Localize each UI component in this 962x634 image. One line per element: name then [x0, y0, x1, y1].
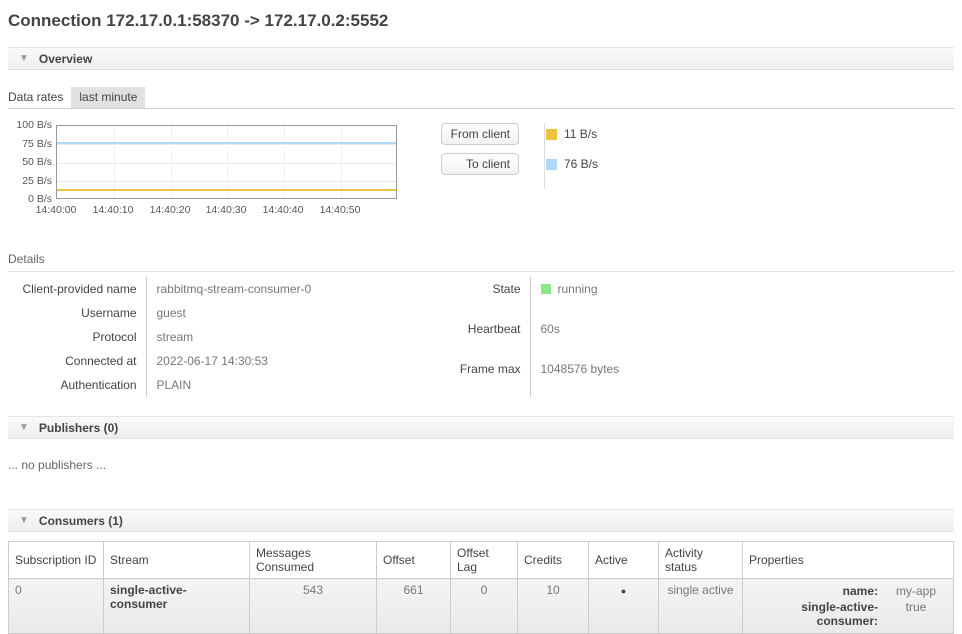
- cell-activity-status: single active: [659, 579, 743, 634]
- col-header-stream: Stream: [104, 542, 250, 579]
- cell-messages-consumed: 543: [250, 579, 377, 634]
- x-tick-label: 14:40:20: [140, 204, 200, 216]
- protocol-value: stream: [146, 325, 446, 349]
- y-tick-label: 75 B/s: [8, 138, 52, 150]
- cell-credits: 10: [518, 579, 589, 634]
- details-left-column: Client-provided name rabbitmq-stream-con…: [8, 277, 446, 397]
- tab-last-minute[interactable]: last minute: [71, 87, 145, 108]
- x-tick-label: 14:40:40: [253, 204, 313, 216]
- col-header-properties: Properties: [743, 542, 954, 579]
- section-title-consumers: Consumers (1): [39, 514, 123, 528]
- property-row: single-active-consumer: true: [749, 599, 947, 629]
- x-tick-label: 14:40:00: [26, 204, 86, 216]
- col-header-offset: Offset: [377, 542, 451, 579]
- cell-offset: 661: [377, 579, 451, 634]
- to-client-rate: 76 B/s: [564, 157, 598, 171]
- page-title: Connection 172.17.0.1:58370 -> 172.17.0.…: [8, 0, 954, 31]
- section-header-overview[interactable]: ▼ Overview: [8, 47, 954, 70]
- chart-plot-area: [56, 125, 397, 199]
- section-header-publishers[interactable]: ▼ Publishers (0): [8, 416, 954, 439]
- section-header-consumers[interactable]: ▼ Consumers (1): [8, 509, 954, 532]
- username-value: guest: [146, 301, 446, 325]
- frame-max-value: 1048576 bytes: [530, 357, 730, 397]
- y-tick-label: 50 B/s: [8, 156, 52, 168]
- details-facts: Client-provided name rabbitmq-stream-con…: [8, 277, 954, 397]
- gridline: [341, 126, 342, 198]
- property-key: single-active-consumer:: [749, 599, 885, 629]
- table-header-row: Subscription ID Stream Messages Consumed…: [9, 542, 954, 579]
- fact-label: Heartbeat: [446, 317, 530, 357]
- gridline: [171, 126, 172, 198]
- col-header-credits: Credits: [518, 542, 589, 579]
- col-header-subscription-id: Subscription ID: [9, 542, 104, 579]
- col-header-offset-lag: Offset Lag: [451, 542, 518, 579]
- fact-label: Connected at: [8, 349, 146, 373]
- x-tick-label: 14:40:50: [310, 204, 370, 216]
- fact-label: Client-provided name: [8, 277, 146, 301]
- data-rates-chart-block: 100 B/s 75 B/s 50 B/s 25 B/s 0 B/s 14:40…: [8, 121, 954, 217]
- collapse-arrow-icon: ▼: [19, 54, 29, 64]
- series-line-to-client: [57, 142, 396, 144]
- cell-stream-link[interactable]: single-active-consumer: [104, 579, 250, 634]
- y-tick-label: 25 B/s: [8, 175, 52, 187]
- client-provided-name-value: rabbitmq-stream-consumer-0: [146, 277, 446, 301]
- property-key: name:: [749, 583, 885, 599]
- active-dot-icon: ●: [621, 586, 626, 596]
- chart-legend: From client 11 B/s To client 76 B/s: [441, 121, 598, 217]
- cell-properties: name: my-app single-active-consumer: tru…: [743, 579, 954, 634]
- section-title-overview: Overview: [39, 52, 92, 66]
- state-text: running: [558, 282, 598, 296]
- gridline: [284, 126, 285, 198]
- legend-divider: [544, 123, 545, 189]
- x-tick-label: 14:40:30: [196, 204, 256, 216]
- table-row: 0 single-active-consumer 543 661 0 10 ● …: [9, 579, 954, 634]
- fact-label: Authentication: [8, 373, 146, 397]
- from-client-swatch: [546, 129, 557, 140]
- collapse-arrow-icon: ▼: [19, 516, 29, 526]
- section-title-publishers: Publishers (0): [39, 421, 118, 435]
- col-header-active: Active: [589, 542, 659, 579]
- col-header-messages-consumed: Messages Consumed: [250, 542, 377, 579]
- details-heading: Details: [8, 252, 954, 272]
- to-client-swatch: [546, 159, 557, 170]
- data-rates-label: Data rates: [8, 87, 67, 108]
- property-value: my-app: [885, 583, 947, 599]
- consumers-table: Subscription ID Stream Messages Consumed…: [8, 541, 954, 634]
- fact-label: Frame max: [446, 357, 530, 397]
- connection-page: Connection 172.17.0.1:58370 -> 172.17.0.…: [0, 0, 962, 634]
- data-rates-chart: 100 B/s 75 B/s 50 B/s 25 B/s 0 B/s 14:40…: [8, 121, 400, 217]
- y-tick-label: 100 B/s: [8, 119, 52, 131]
- property-row: name: my-app: [749, 583, 947, 599]
- properties-list: name: my-app single-active-consumer: tru…: [749, 583, 947, 629]
- details-right-column: State running Heartbeat 60s Frame max 10…: [446, 277, 730, 397]
- legend-row-to-client: To client 76 B/s: [441, 153, 598, 175]
- heartbeat-value: 60s: [530, 317, 730, 357]
- from-client-rate: 11 B/s: [564, 127, 597, 141]
- gridline: [227, 126, 228, 198]
- collapse-arrow-icon: ▼: [19, 423, 29, 433]
- to-client-button[interactable]: To client: [441, 153, 519, 175]
- property-value: true: [885, 599, 947, 629]
- col-header-activity-status: Activity status: [659, 542, 743, 579]
- gridline: [114, 126, 115, 198]
- cell-offset-lag: 0: [451, 579, 518, 634]
- connected-at-value: 2022-06-17 14:30:53: [146, 349, 446, 373]
- fact-label: Username: [8, 301, 146, 325]
- data-rates-tabstrip: Data rates last minute: [8, 87, 954, 109]
- legend-row-from-client: From client 11 B/s: [441, 123, 598, 145]
- state-value: running: [530, 277, 730, 317]
- cell-subscription-id: 0: [9, 579, 104, 634]
- no-publishers-note: ... no publishers ...: [8, 458, 954, 472]
- cell-active: ●: [589, 579, 659, 634]
- fact-label: Protocol: [8, 325, 146, 349]
- series-line-from-client: [57, 189, 396, 191]
- from-client-button[interactable]: From client: [441, 123, 519, 145]
- x-tick-label: 14:40:10: [83, 204, 143, 216]
- authentication-value: PLAIN: [146, 373, 446, 397]
- fact-label: State: [446, 277, 530, 317]
- state-green-indicator: [541, 284, 551, 294]
